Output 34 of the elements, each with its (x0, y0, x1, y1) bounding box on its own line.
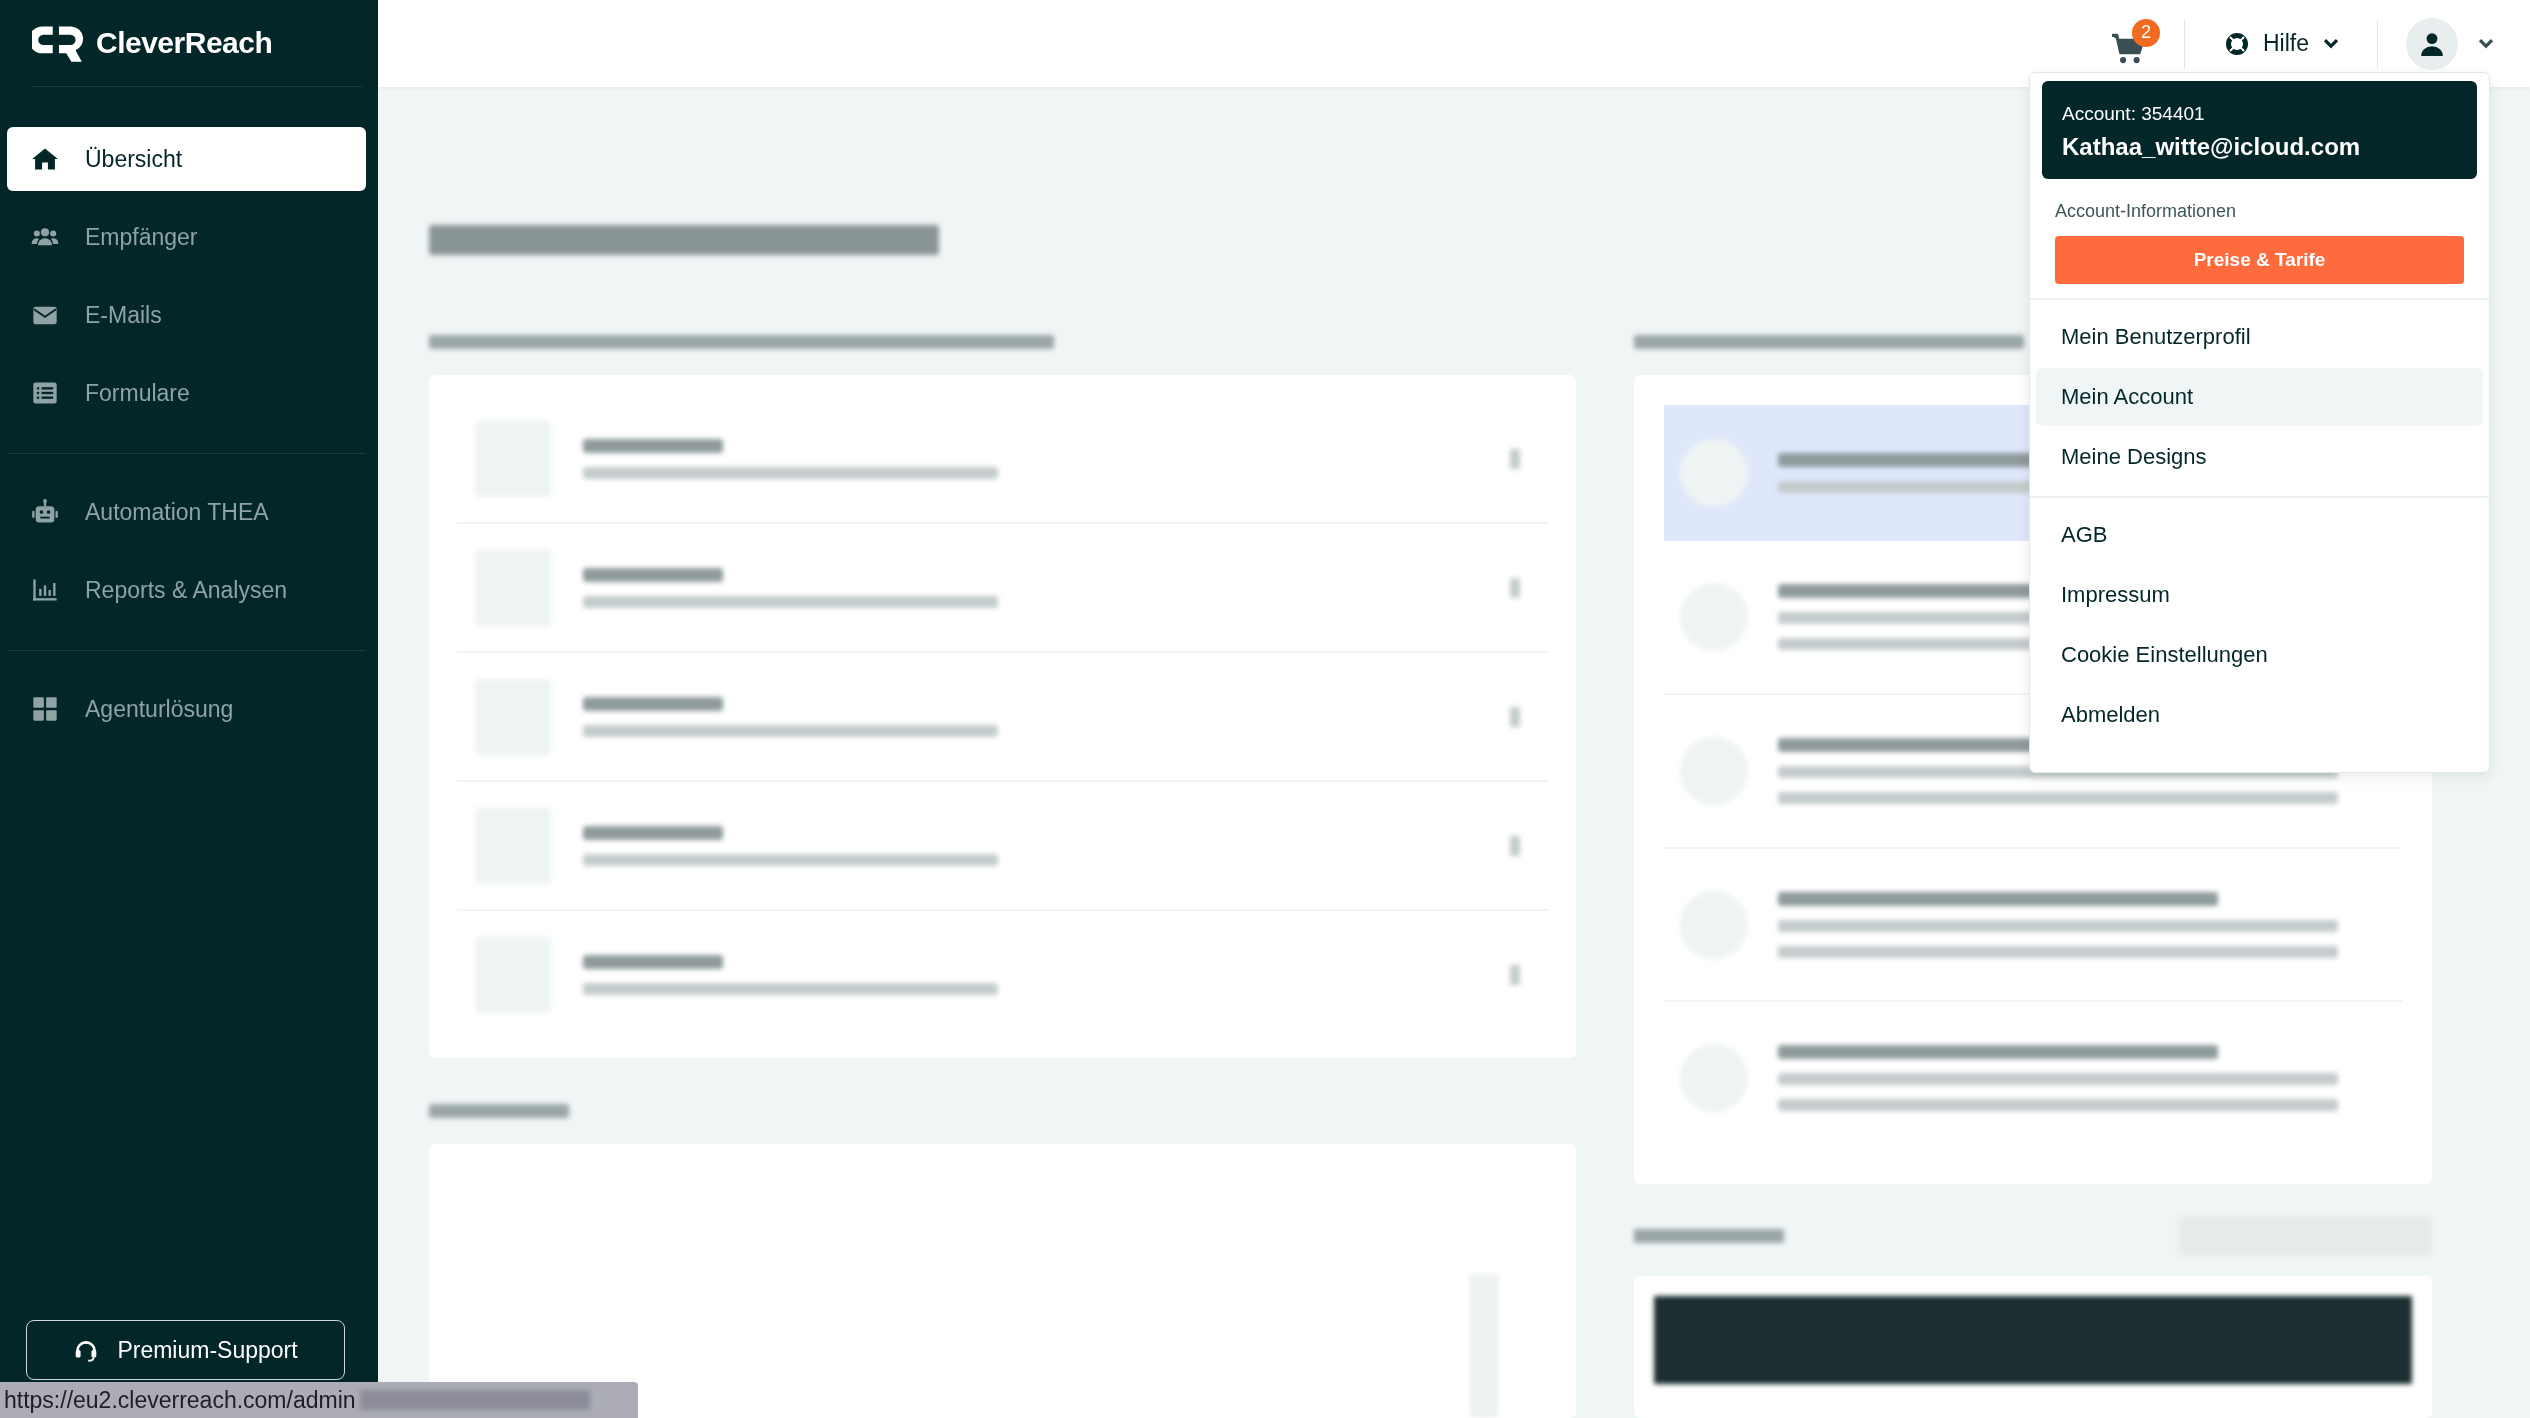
menu-item[interactable]: Impressum (2036, 566, 2483, 624)
blurred-icon (1510, 964, 1520, 985)
nav-item[interactable]: Reports & Analysen (7, 558, 366, 622)
robot-icon (31, 498, 59, 526)
premium-support-button[interactable]: Premium-Support (26, 1320, 345, 1380)
blurred-icon (1510, 577, 1520, 598)
menu-item[interactable]: Meine Designs (2036, 428, 2483, 486)
help-menu-button[interactable]: Hilfe (2185, 30, 2377, 57)
account-number: Account: 354401 (2062, 103, 2206, 125)
blurred-icon (1510, 706, 1520, 727)
nav-item[interactable]: E-Mails (7, 283, 366, 347)
nav-item[interactable]: Empfänger (7, 205, 366, 269)
nav-item[interactable]: Automation THEA (7, 480, 366, 544)
avatar-button[interactable] (2406, 17, 2458, 70)
person-icon (2419, 30, 2445, 57)
chevron-down-icon[interactable] (2478, 38, 2494, 49)
menu-item[interactable]: Mein Benutzerprofil (2036, 308, 2483, 366)
nav-item[interactable]: Formulare (7, 361, 366, 425)
nav-item[interactable]: Übersicht (7, 127, 366, 191)
account-email: Kathaa_witte@icloud.com (2062, 133, 2362, 161)
menu-item[interactable]: Cookie Einstellungen (2036, 626, 2483, 684)
logo-text: CleverReach (96, 26, 273, 60)
blurred-icon (1510, 835, 1520, 856)
lifebuoy-icon (2225, 31, 2249, 56)
grid-icon (31, 695, 59, 723)
menu-item[interactable]: Mein Account (2036, 368, 2483, 426)
nav-item[interactable]: Agenturlösung (7, 677, 366, 741)
blurred-icon (1510, 448, 1520, 469)
menu-item[interactable]: Abmelden (2036, 686, 2483, 744)
link-url: https://eu2.cleverreach.com/admin (3, 1386, 356, 1414)
cart-count-badge: 2 (2132, 18, 2160, 47)
menu-item[interactable]: AGB (2036, 506, 2483, 564)
section-label: Account-Informationen (2055, 201, 2238, 222)
chevron-down-icon (2323, 38, 2339, 49)
